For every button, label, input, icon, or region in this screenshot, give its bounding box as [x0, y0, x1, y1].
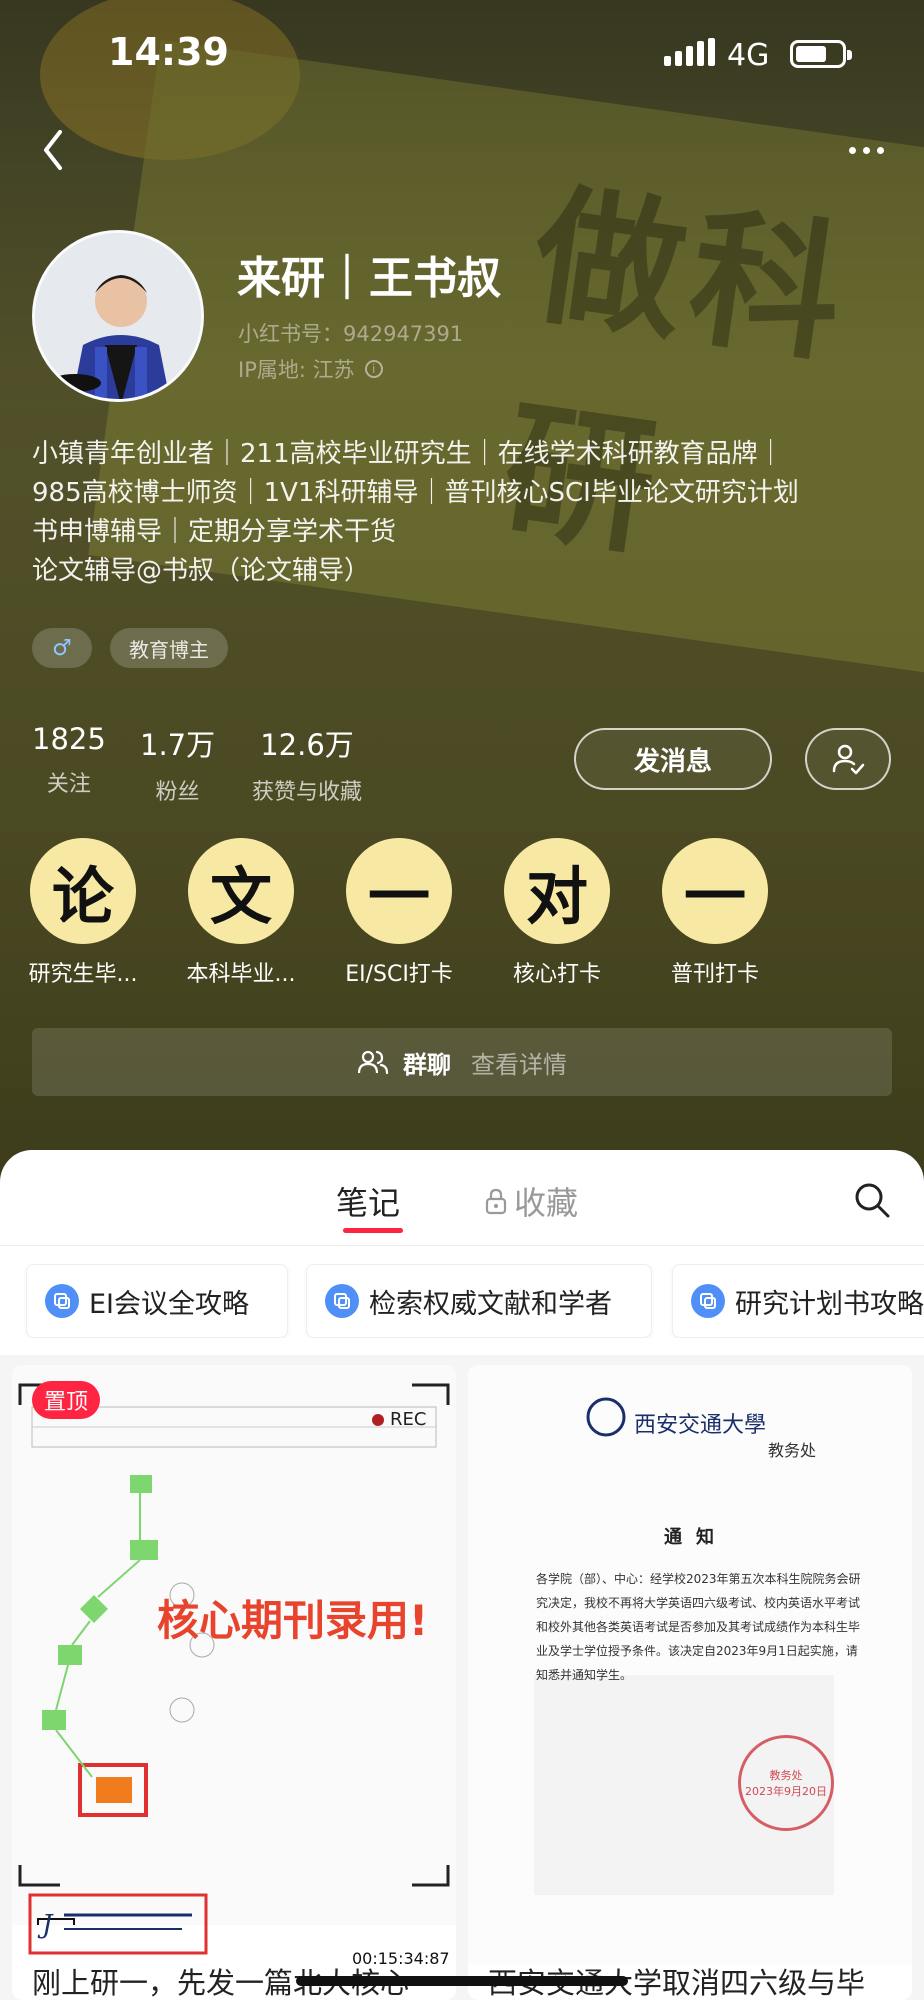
- topic-chip[interactable]: 研究计划书攻略: [672, 1264, 924, 1338]
- followed-button[interactable]: [805, 728, 891, 790]
- content-sheet: 笔记 收藏 EI会议全攻略 检索权威文献和学者 研究计划书攻略 J 置顶 REC…: [0, 1150, 924, 2000]
- collection-cover: 文: [188, 838, 294, 944]
- profile-header: 做科研 14:39 4G 来研｜王书叔 小红书号：942947391 IP属地:: [0, 0, 924, 1200]
- stat-following[interactable]: 1825 关注: [32, 722, 106, 798]
- collection-item[interactable]: 论 研究生毕...: [8, 838, 158, 988]
- collection-item[interactable]: 对 核心打卡: [482, 838, 632, 988]
- info-icon[interactable]: i: [364, 360, 383, 378]
- document-department: 教务处: [768, 1441, 817, 1460]
- collection-cover: 对: [504, 838, 610, 944]
- collection-cover: 一: [662, 838, 768, 944]
- user-check-icon: [832, 744, 865, 775]
- note-card[interactable]: J 置顶 REC 核心期刊录用! 00:15:34:87 刚上研一，先发一篇北大…: [12, 1365, 456, 2000]
- bio-line: 小镇青年创业者｜211高校毕业研究生｜在线学术科研教育品牌｜: [32, 439, 784, 469]
- profile-bio: 小镇青年创业者｜211高校毕业研究生｜在线学术科研教育品牌｜ 985高校博士师资…: [32, 435, 892, 591]
- message-button[interactable]: 发消息: [574, 728, 772, 790]
- note-card[interactable]: 西安交通大學 教务处 通知 各学院（部）、中心：经学校2023年第五次本科生院院…: [468, 1365, 912, 2000]
- collection-name: 研究生毕...: [28, 962, 138, 987]
- document-body: 各学院（部）、中心：经学校2023年第五次本科生院院务会研究决定，我校不再将大学…: [536, 1572, 861, 1682]
- group-chat-detail: 查看详情: [471, 1050, 567, 1079]
- cover-headline: 核心期刊录用!: [157, 1596, 429, 1645]
- active-tab-indicator: [343, 1228, 403, 1233]
- stat-followers[interactable]: 1.7万 粉丝: [140, 722, 215, 806]
- collection-item[interactable]: 一 普刊打卡: [640, 838, 790, 988]
- home-indicator[interactable]: [296, 1976, 628, 1986]
- document-header: 西安交通大學: [634, 1413, 767, 1438]
- network-type: 4G: [727, 38, 770, 73]
- group-chat-bar[interactable]: 群聊 查看详情: [32, 1028, 892, 1096]
- tab-favorites[interactable]: 收藏: [484, 1178, 578, 1224]
- collection-item[interactable]: 一 EI/SCI打卡: [324, 838, 474, 988]
- chevron-left-icon: [44, 130, 62, 170]
- status-bar: 14:39 4G: [0, 0, 924, 110]
- topic-chip[interactable]: EI会议全攻略: [26, 1264, 288, 1338]
- collection-icon: [691, 1284, 725, 1318]
- group-chat-label: 群聊: [403, 1050, 451, 1079]
- collection-icon: [45, 1284, 79, 1318]
- ip-location: IP属地: 江苏 i: [238, 354, 383, 384]
- red-id: 小红书号：942947391: [238, 322, 464, 346]
- content-tabs: 笔记 收藏: [0, 1150, 924, 1246]
- pinned-badge: 置顶: [32, 1381, 101, 1419]
- gender-icon: ♂: [32, 628, 92, 668]
- search-icon: [855, 1183, 890, 1218]
- collection-item[interactable]: 文 本科毕业...: [166, 838, 316, 988]
- rec-indicator: REC: [372, 1409, 426, 1430]
- collection-cover: 论: [30, 838, 136, 944]
- collection-icon: [325, 1284, 359, 1318]
- collection-name: 本科毕业...: [186, 962, 296, 987]
- status-time: 14:39: [108, 30, 229, 74]
- lock-icon: [485, 1188, 507, 1215]
- battery-icon: [790, 40, 852, 68]
- document-heading: 通知: [664, 1527, 728, 1548]
- bio-link[interactable]: 论文辅导@书叔（论文辅导）: [32, 552, 892, 591]
- collection-cover: 一: [346, 838, 452, 944]
- signal-icon: [664, 38, 715, 66]
- official-seal: 教务处 2023年9月20日: [738, 1735, 834, 1831]
- collection-name: EI/SCI打卡: [345, 962, 453, 987]
- tab-notes[interactable]: 笔记: [336, 1178, 400, 1224]
- more-options-button[interactable]: [838, 128, 894, 172]
- search-button[interactable]: [852, 1180, 892, 1220]
- collection-name: 核心打卡: [512, 962, 601, 987]
- more-dots-icon: [848, 146, 856, 154]
- category-tag: 教育博主: [110, 628, 228, 668]
- bio-line: 书申博辅导｜定期分享学术干货: [32, 517, 397, 547]
- avatar[interactable]: [32, 230, 204, 402]
- svg-text:J: J: [37, 1910, 54, 1940]
- topic-chips: EI会议全攻略 检索权威文献和学者 研究计划书攻略: [0, 1264, 924, 1338]
- profile-nickname: 来研｜王书叔: [237, 253, 501, 304]
- back-button[interactable]: [30, 120, 90, 180]
- collection-name: 普刊打卡: [670, 962, 759, 987]
- avatar-image: [35, 233, 201, 399]
- stat-likes[interactable]: 12.6万 获赞与收藏: [252, 722, 362, 806]
- topic-chip[interactable]: 检索权威文献和学者: [306, 1264, 652, 1338]
- group-icon: [357, 1050, 389, 1075]
- bio-line: 985高校博士师资｜1V1科研辅导｜普刊核心SCI毕业论文研究计划: [32, 478, 799, 508]
